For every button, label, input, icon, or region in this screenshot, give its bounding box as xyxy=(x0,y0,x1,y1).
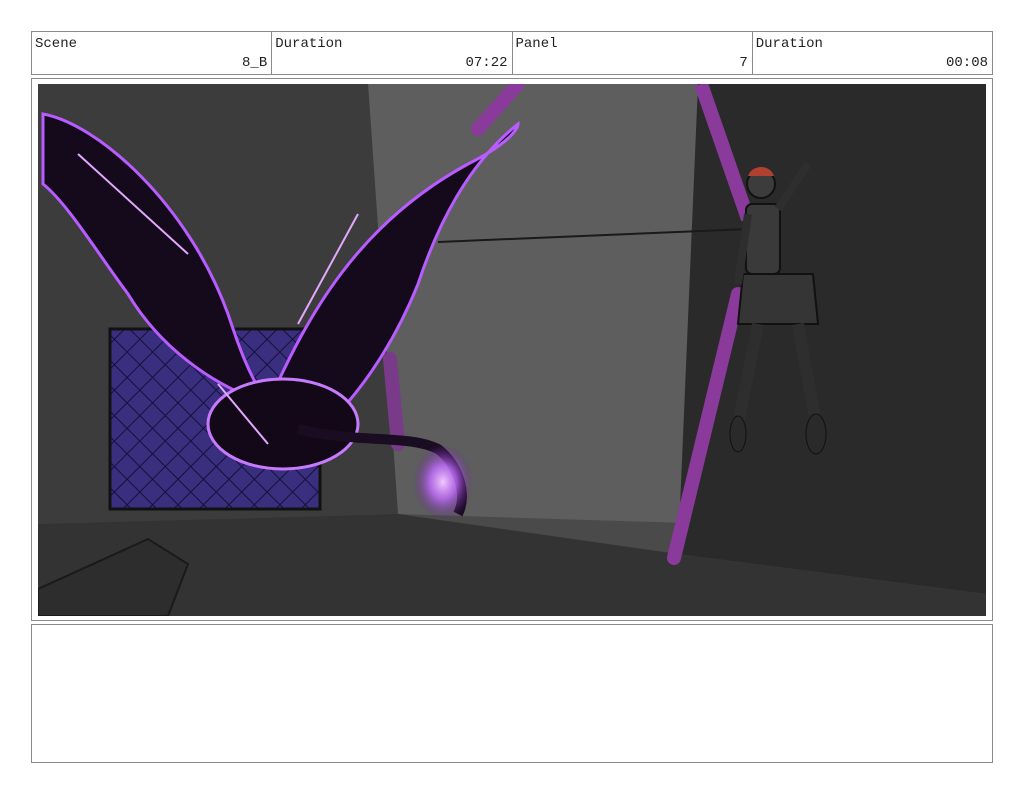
scene-duration-cell: Duration 07:22 xyxy=(272,32,513,74)
purple-pole-short xyxy=(383,352,405,451)
storyboard-artwork xyxy=(38,84,986,616)
panel-label: Panel xyxy=(515,36,558,52)
panel-notes-box[interactable] xyxy=(31,624,993,763)
scene-duration-label: Duration xyxy=(275,36,343,52)
panel-duration-value: 00:08 xyxy=(945,55,988,71)
panel-duration-label: Duration xyxy=(755,36,823,52)
panel-duration-cell: Duration 00:08 xyxy=(753,32,992,74)
panel-cell: Panel 7 xyxy=(513,32,753,74)
scene-value: 8_B xyxy=(242,55,268,71)
scene-label: Scene xyxy=(35,36,78,52)
panel-info-header: Scene 8_B Duration 07:22 Panel 7 Duratio… xyxy=(31,31,993,75)
panel-value: 7 xyxy=(739,55,748,71)
scene-cell: Scene 8_B xyxy=(32,32,273,74)
scene-duration-value: 07:22 xyxy=(465,55,508,71)
storyboard-panel-frame xyxy=(31,78,993,621)
